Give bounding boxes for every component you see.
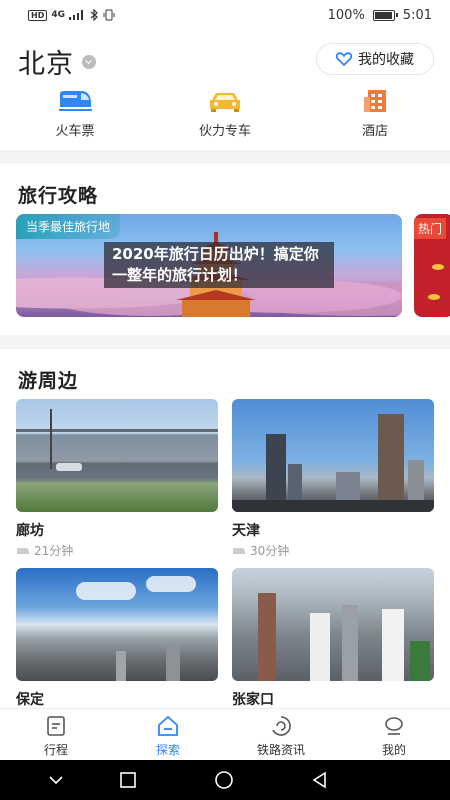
system-nav-bar	[0, 760, 450, 800]
destination-card-langfang[interactable]: 廊坊 21分钟	[16, 399, 218, 559]
quick-entry-hotel[interactable]: 酒店	[315, 88, 435, 139]
status-bar: HD 4G 100% 5:01	[0, 0, 450, 30]
destination-duration: 30分钟	[250, 544, 290, 558]
tab-label: 探索	[155, 743, 180, 757]
section-title-nearby: 游周边	[18, 370, 79, 392]
quick-entry-label: 伙力专车	[198, 124, 251, 139]
chevron-down-icon	[82, 54, 96, 69]
signal-icon	[69, 10, 83, 20]
network-badge: 4G	[51, 10, 65, 20]
destination-card-baoding[interactable]: 保定	[16, 568, 218, 708]
quick-entries: 火车票 伙力专车 酒店	[0, 88, 450, 144]
destination-name: 张家口	[232, 692, 274, 708]
quick-entry-label: 火车票	[55, 124, 95, 139]
header: 北京 我的收藏	[0, 40, 450, 80]
divider	[0, 150, 450, 164]
banner-hot-tag: 热门	[414, 218, 447, 239]
destination-meta: 21分钟	[16, 542, 218, 559]
destination-card-zhangjiakou[interactable]: 张家口	[232, 568, 434, 708]
destination-name: 廊坊	[16, 523, 44, 539]
train-icon	[233, 547, 245, 554]
car-icon	[210, 93, 240, 112]
destination-card-tianjin[interactable]: 天津 30分钟	[232, 399, 434, 559]
lantern-decoration	[428, 294, 440, 300]
lantern-decoration	[432, 264, 444, 270]
tab-railway-news[interactable]: 铁路资讯	[225, 715, 337, 758]
battery-percent: 100%	[327, 7, 365, 23]
vibrate-icon	[103, 9, 115, 21]
collapse-icon[interactable]	[46, 770, 66, 790]
status-right: 100% 5:01	[328, 8, 432, 23]
destination-name: 天津	[232, 523, 260, 539]
banner-headline: 2020年旅行日历出炉！搞定你一整年的旅行计划！	[104, 242, 334, 288]
profile-icon	[385, 717, 403, 735]
favorites-label: 我的收藏	[358, 52, 414, 68]
destination-photo	[16, 399, 218, 512]
travel-banner-next[interactable]: 热门	[414, 214, 450, 317]
quick-entry-train[interactable]: 火车票	[15, 88, 135, 139]
tab-explore[interactable]: 探索	[112, 715, 224, 758]
clock: 5:01	[402, 7, 432, 23]
city-name: 北京	[18, 49, 74, 80]
banner-tag: 当季最佳旅行地	[16, 214, 121, 239]
destination-meta: 30分钟	[232, 542, 434, 559]
travel-banner[interactable]: 当季最佳旅行地 2020年旅行日历出炉！搞定你一整年的旅行计划！	[16, 214, 402, 317]
destination-name: 保定	[16, 692, 44, 708]
quick-entry-label: 酒店	[361, 124, 388, 139]
hd-badge: HD	[28, 9, 48, 21]
tab-label: 行程	[43, 743, 68, 757]
train-icon	[17, 547, 29, 554]
tab-label: 我的	[381, 743, 406, 757]
tab-profile[interactable]: 我的	[338, 715, 450, 758]
news-icon	[272, 716, 291, 736]
favorites-button[interactable]: 我的收藏	[316, 43, 434, 75]
back-icon[interactable]	[310, 770, 330, 790]
recents-icon[interactable]	[118, 770, 138, 790]
destination-duration: 21分钟	[34, 544, 74, 558]
tab-label: 铁路资讯	[256, 743, 305, 757]
heart-icon	[336, 52, 352, 66]
hotel-icon	[364, 90, 386, 112]
destination-photo	[232, 399, 434, 512]
status-left: HD 4G	[28, 9, 115, 21]
section-title-travel-guide: 旅行攻略	[18, 185, 99, 207]
bottom-nav: 行程 探索 铁路资讯 我的	[0, 708, 450, 760]
explore-icon	[158, 715, 178, 736]
destination-photo	[232, 568, 434, 681]
battery-icon	[372, 9, 398, 21]
quick-entry-car[interactable]: 伙力专车	[165, 88, 285, 139]
bluetooth-icon	[90, 9, 98, 21]
home-icon[interactable]	[214, 770, 234, 790]
divider	[0, 335, 450, 349]
tab-itinerary[interactable]: 行程	[0, 715, 112, 758]
destination-photo	[16, 568, 218, 681]
itinerary-icon	[47, 716, 65, 736]
train-icon	[59, 91, 92, 111]
city-selector[interactable]: 北京	[18, 42, 96, 81]
